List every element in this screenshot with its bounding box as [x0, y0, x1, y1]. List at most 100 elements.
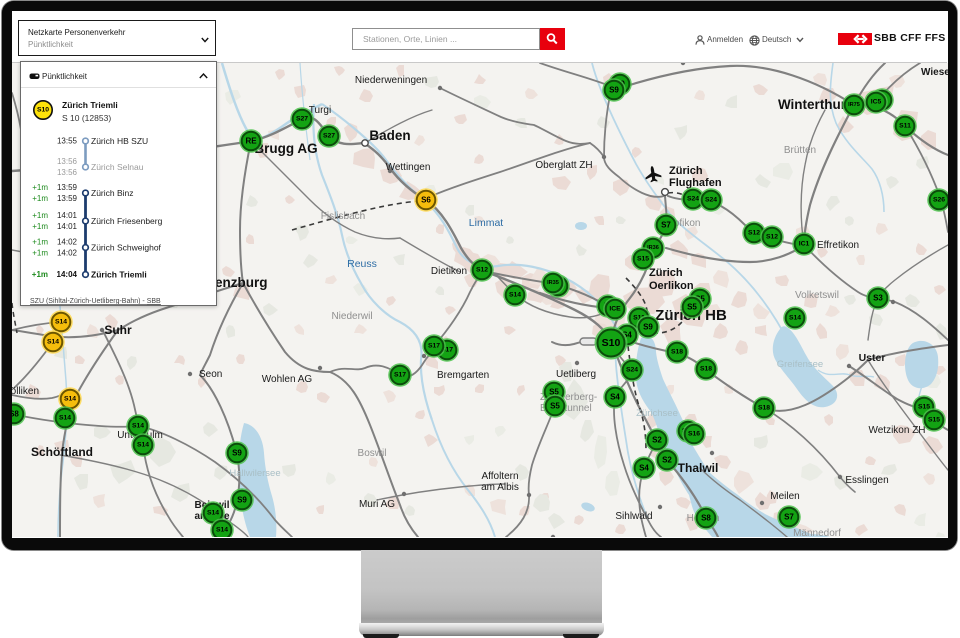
svg-text:Brugg AG: Brugg AG: [254, 141, 317, 156]
svg-text:+1m: +1m: [32, 270, 48, 279]
svg-text:Winterthur: Winterthur: [778, 97, 847, 112]
svg-text:Baden: Baden: [369, 128, 410, 143]
svg-text:Zürich Binz: Zürich Binz: [91, 188, 134, 198]
svg-text:+1m: +1m: [32, 194, 48, 203]
svg-text:S27: S27: [323, 133, 335, 140]
svg-text:+1m: +1m: [32, 249, 48, 258]
svg-text:Limmat: Limmat: [469, 217, 504, 229]
svg-text:13:55: 13:55: [57, 137, 78, 146]
svg-text:S14: S14: [47, 339, 59, 346]
svg-text:Uster: Uster: [859, 352, 886, 364]
svg-text:Zürich HB SZU: Zürich HB SZU: [91, 136, 148, 146]
svg-text:Zürichsee: Zürichsee: [636, 408, 678, 419]
svg-text:S5: S5: [550, 402, 560, 411]
svg-text:IR75: IR75: [848, 102, 860, 108]
svg-text:+1m: +1m: [32, 222, 48, 231]
svg-text:Esslingen: Esslingen: [845, 475, 888, 486]
svg-text:Wettingen: Wettingen: [386, 162, 431, 173]
svg-text:S5: S5: [687, 303, 697, 312]
svg-text:Uetliberg: Uetliberg: [556, 369, 596, 380]
svg-text:S14: S14: [132, 423, 144, 430]
svg-text:+1m: +1m: [32, 238, 48, 247]
svg-text:13:56: 13:56: [57, 157, 78, 166]
svg-text:am Albis: am Albis: [481, 482, 519, 493]
svg-text:+1m: +1m: [32, 211, 48, 220]
svg-text:Zürich Schweighof: Zürich Schweighof: [91, 242, 162, 252]
svg-text:14:02: 14:02: [57, 249, 78, 258]
svg-text:S14: S14: [207, 510, 219, 517]
svg-text:S4: S4: [639, 464, 649, 473]
svg-text:S15: S15: [637, 256, 649, 263]
svg-text:Oberglatt ZH: Oberglatt ZH: [535, 160, 592, 171]
svg-text:14:01: 14:01: [57, 211, 78, 220]
svg-text:RE: RE: [245, 137, 257, 146]
svg-text:S26: S26: [933, 197, 945, 204]
svg-text:14:04: 14:04: [57, 270, 78, 279]
svg-text:Seon: Seon: [199, 369, 222, 380]
svg-text:Kölliken: Kölliken: [12, 386, 39, 397]
svg-text:Hallwilersee: Hallwilersee: [229, 468, 280, 479]
svg-text:Effretikon: Effretikon: [817, 240, 859, 251]
svg-text:Boswil: Boswil: [358, 448, 387, 459]
svg-text:13:56: 13:56: [57, 168, 78, 177]
svg-text:Niederwil: Niederwil: [331, 311, 372, 322]
svg-text:Zürich: Zürich: [669, 165, 703, 177]
svg-text:Affoltern: Affoltern: [481, 471, 518, 482]
svg-text:S17: S17: [394, 372, 406, 379]
svg-text:S18: S18: [671, 349, 683, 356]
svg-text:S15: S15: [928, 417, 940, 424]
svg-text:S10: S10: [37, 107, 49, 114]
svg-text:Brütten: Brütten: [784, 145, 816, 156]
svg-text:Greifensee: Greifensee: [777, 359, 823, 370]
svg-text:S14: S14: [59, 415, 71, 422]
svg-text:S18: S18: [758, 405, 770, 412]
svg-text:Zürich Triemli: Zürich Triemli: [62, 100, 118, 110]
svg-text:Zürich Selnau: Zürich Selnau: [91, 162, 144, 172]
svg-text:S15: S15: [918, 404, 930, 411]
svg-text:S24: S24: [705, 197, 717, 204]
svg-text:Oerlikon: Oerlikon: [649, 280, 694, 292]
svg-text:S8: S8: [12, 410, 19, 419]
svg-text:14:02: 14:02: [57, 238, 78, 247]
svg-text:S10: S10: [602, 337, 621, 349]
svg-text:Sihlwald: Sihlwald: [615, 511, 652, 522]
svg-text:14:01: 14:01: [57, 222, 78, 231]
svg-text:Bremgarten: Bremgarten: [437, 370, 489, 381]
svg-text:enzburg: enzburg: [215, 275, 268, 290]
svg-text:Zürich Friesenberg: Zürich Friesenberg: [91, 216, 163, 226]
svg-text:S2: S2: [662, 456, 672, 465]
svg-text:Fislisbach: Fislisbach: [321, 211, 365, 222]
svg-text:S24: S24: [626, 367, 638, 374]
svg-text:ICE: ICE: [609, 306, 621, 313]
svg-text:Wetzikon ZH: Wetzikon ZH: [868, 425, 925, 436]
svg-text:S12: S12: [748, 230, 760, 237]
svg-text:+1m: +1m: [32, 183, 48, 192]
svg-text:S14: S14: [64, 396, 76, 403]
svg-text:SZU (Sihltal-Zürich-Uetliberg-: SZU (Sihltal-Zürich-Uetliberg-Bahn) - SB…: [30, 298, 161, 305]
svg-text:S14: S14: [509, 292, 521, 299]
svg-text:S11: S11: [899, 123, 911, 130]
svg-text:13:59: 13:59: [57, 194, 78, 203]
svg-text:IR35: IR35: [547, 280, 559, 286]
svg-text:S9: S9: [237, 496, 247, 505]
svg-text:Niederweningen: Niederweningen: [355, 75, 427, 86]
svg-text:Muri AG: Muri AG: [359, 499, 395, 510]
svg-text:S7: S7: [784, 513, 794, 522]
svg-text:S8: S8: [701, 514, 711, 523]
svg-text:S9: S9: [643, 323, 653, 332]
svg-text:S6: S6: [421, 196, 431, 205]
svg-text:Zürich: Zürich: [649, 267, 683, 279]
svg-text:S17: S17: [428, 343, 440, 350]
svg-text:S 10 (12853): S 10 (12853): [62, 113, 111, 123]
svg-text:S14: S14: [216, 527, 228, 534]
svg-text:Wiesend: Wiesend: [921, 67, 948, 78]
svg-text:13:59: 13:59: [57, 183, 78, 192]
svg-text:S14: S14: [789, 315, 801, 322]
svg-text:Suhr: Suhr: [104, 323, 132, 337]
svg-text:S27: S27: [296, 116, 308, 123]
svg-text:Schöftland: Schöftland: [31, 445, 93, 459]
svg-text:S4: S4: [610, 393, 620, 402]
svg-text:S7: S7: [661, 221, 671, 230]
svg-text:Volketswil: Volketswil: [795, 290, 839, 301]
svg-text:Meilen: Meilen: [770, 491, 799, 502]
